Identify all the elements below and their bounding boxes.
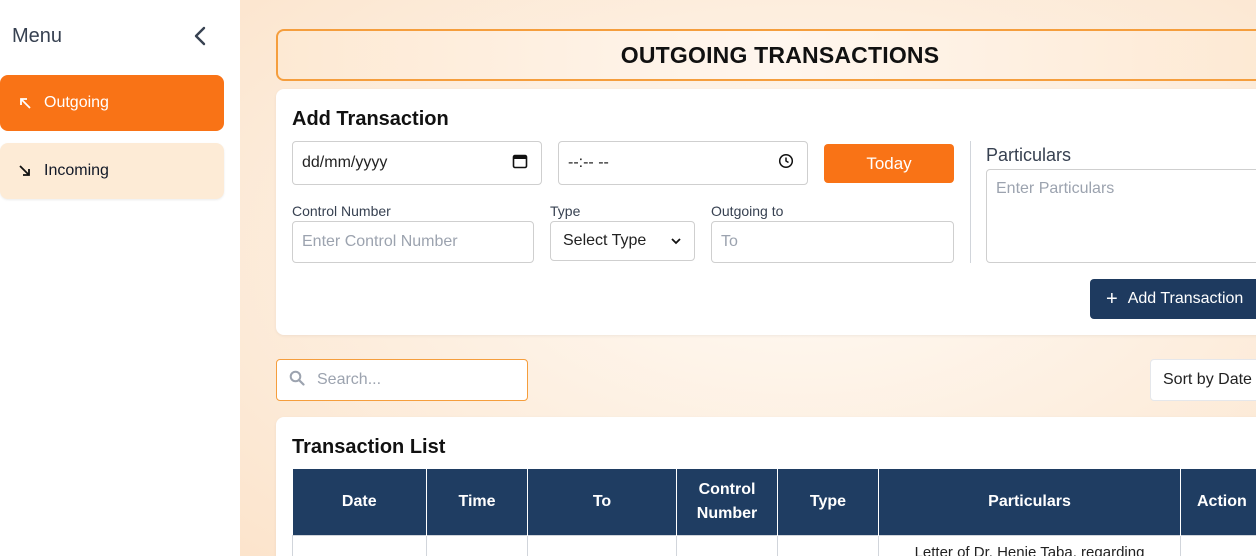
date-placeholder: dd/mm/yyyy xyxy=(302,154,388,171)
time-placeholder: --:-- -- xyxy=(568,154,609,171)
today-button[interactable]: Today xyxy=(824,144,954,183)
chevron-down-icon xyxy=(671,232,681,250)
table-row: Letter of Dr. Henie Taba, regarding xyxy=(292,534,1256,556)
particulars-label: Particulars xyxy=(986,145,1072,165)
sort-select[interactable]: Sort by Date xyxy=(1150,359,1256,401)
add-transaction-button[interactable]: + Add Transaction xyxy=(1090,279,1256,319)
sidebar-item-label: Outgoing xyxy=(44,94,109,111)
column-header-action: Action xyxy=(1180,469,1256,535)
page-header: OUTGOING TRANSACTIONS xyxy=(276,29,1256,81)
main-content: OUTGOING TRANSACTIONS Add Transaction dd… xyxy=(240,0,1256,556)
column-header-time[interactable]: Time xyxy=(426,469,528,535)
control-number-placeholder: Enter Control Number xyxy=(302,233,458,250)
sort-select-value: Sort by Date xyxy=(1163,371,1252,388)
column-header-particulars[interactable]: Particulars xyxy=(878,469,1181,535)
sidebar: Menu Outgoing Incoming xyxy=(0,0,240,556)
cell-control-number xyxy=(676,534,778,556)
form-divider xyxy=(970,141,971,263)
column-header-type[interactable]: Type xyxy=(777,469,879,535)
clock-icon[interactable] xyxy=(778,153,794,174)
search-input[interactable]: Search... xyxy=(276,359,528,401)
sidebar-item-incoming[interactable]: Incoming xyxy=(0,143,224,199)
cell-date xyxy=(292,534,427,556)
particulars-textarea[interactable]: Enter Particulars xyxy=(986,169,1256,263)
column-header-to[interactable]: To xyxy=(527,469,677,535)
outgoing-to-placeholder: To xyxy=(721,233,738,250)
menu-title: Menu xyxy=(12,24,63,47)
column-header-date[interactable]: Date xyxy=(292,469,427,535)
outgoing-to-input[interactable]: To xyxy=(711,221,954,263)
type-select-value: Select Type xyxy=(563,232,647,249)
column-header-control-number[interactable]: Control Number xyxy=(676,469,778,535)
cell-type xyxy=(777,534,879,556)
add-transaction-button-label: Add Transaction xyxy=(1127,290,1244,307)
collapse-sidebar-button[interactable] xyxy=(188,24,212,48)
search-placeholder: Search... xyxy=(317,371,382,388)
calendar-icon[interactable] xyxy=(512,153,528,174)
plus-icon: + xyxy=(1106,288,1118,310)
type-select[interactable]: Select Type xyxy=(550,221,695,261)
control-number-input[interactable]: Enter Control Number xyxy=(292,221,534,263)
transaction-list-title: Transaction List xyxy=(292,436,446,458)
transaction-list-card: Transaction List Date Time To Control Nu… xyxy=(276,417,1256,556)
outgoing-to-label: Outgoing to xyxy=(711,203,784,219)
table-header-row: Date Time To Control Number Type Particu… xyxy=(292,469,1256,535)
sidebar-header: Menu xyxy=(12,22,212,50)
time-input[interactable]: --:-- -- xyxy=(558,141,808,185)
cell-particulars: Letter of Dr. Henie Taba, regarding xyxy=(878,534,1181,556)
type-label: Type xyxy=(550,203,581,219)
cell-action xyxy=(1180,534,1256,556)
date-input[interactable]: dd/mm/yyyy xyxy=(292,141,542,185)
arrow-down-right-icon xyxy=(18,164,32,178)
sidebar-item-outgoing[interactable]: Outgoing xyxy=(0,75,224,131)
add-transaction-card: Add Transaction dd/mm/yyyy --:-- -- Toda… xyxy=(276,89,1256,335)
chevron-left-icon xyxy=(194,26,206,46)
transaction-table: Date Time To Control Number Type Particu… xyxy=(292,469,1256,556)
sidebar-item-label: Incoming xyxy=(44,162,109,179)
arrow-up-left-icon xyxy=(18,96,32,110)
control-number-label: Control Number xyxy=(292,203,391,219)
cell-to xyxy=(527,534,677,556)
search-icon xyxy=(289,370,305,391)
add-transaction-title: Add Transaction xyxy=(292,108,449,130)
page-title: OUTGOING TRANSACTIONS xyxy=(620,41,940,68)
particulars-placeholder: Enter Particulars xyxy=(996,180,1115,197)
cell-time xyxy=(426,534,528,556)
